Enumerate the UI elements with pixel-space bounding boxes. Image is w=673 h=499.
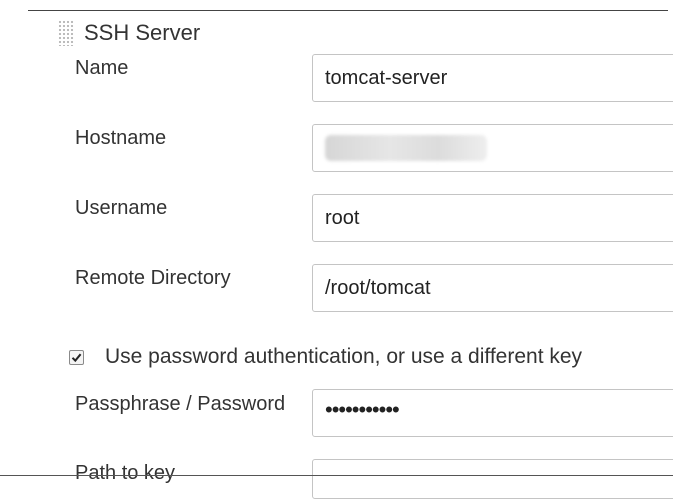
username-field[interactable]: root xyxy=(312,194,673,242)
use-password-auth-row[interactable]: Use password authentication, or use a di… xyxy=(69,343,582,371)
passphrase-label: Passphrase / Password xyxy=(75,393,286,415)
name-label: Name xyxy=(75,57,129,79)
use-password-auth-checkbox[interactable] xyxy=(69,349,84,365)
bottom-divider xyxy=(0,475,673,476)
name-field[interactable]: tomcat-server xyxy=(312,54,673,102)
path-to-key-label: Path to key xyxy=(75,462,176,484)
checkmark-icon xyxy=(71,353,82,362)
username-label: Username xyxy=(75,197,168,219)
hostname-label: Hostname xyxy=(75,127,167,149)
passphrase-masked-value: ••••••••••• xyxy=(325,397,400,422)
remote-directory-label: Remote Directory xyxy=(75,267,231,289)
remote-directory-field[interactable]: /root/tomcat xyxy=(312,264,673,312)
section-title: SSH Server xyxy=(84,20,201,45)
drag-handle-icon[interactable] xyxy=(58,20,74,46)
use-password-auth-label: Use password authentication, or use a di… xyxy=(105,345,583,368)
remote-directory-value: /root/tomcat xyxy=(325,276,431,299)
top-divider xyxy=(28,10,668,11)
section-header: SSH Server xyxy=(58,20,200,46)
hostname-field[interactable] xyxy=(312,124,673,172)
path-to-key-field[interactable] xyxy=(312,459,673,499)
name-value: tomcat-server xyxy=(325,66,448,89)
redacted-hostname-value xyxy=(325,135,487,161)
username-value: root xyxy=(325,206,360,229)
passphrase-field[interactable]: ••••••••••• xyxy=(312,389,673,437)
